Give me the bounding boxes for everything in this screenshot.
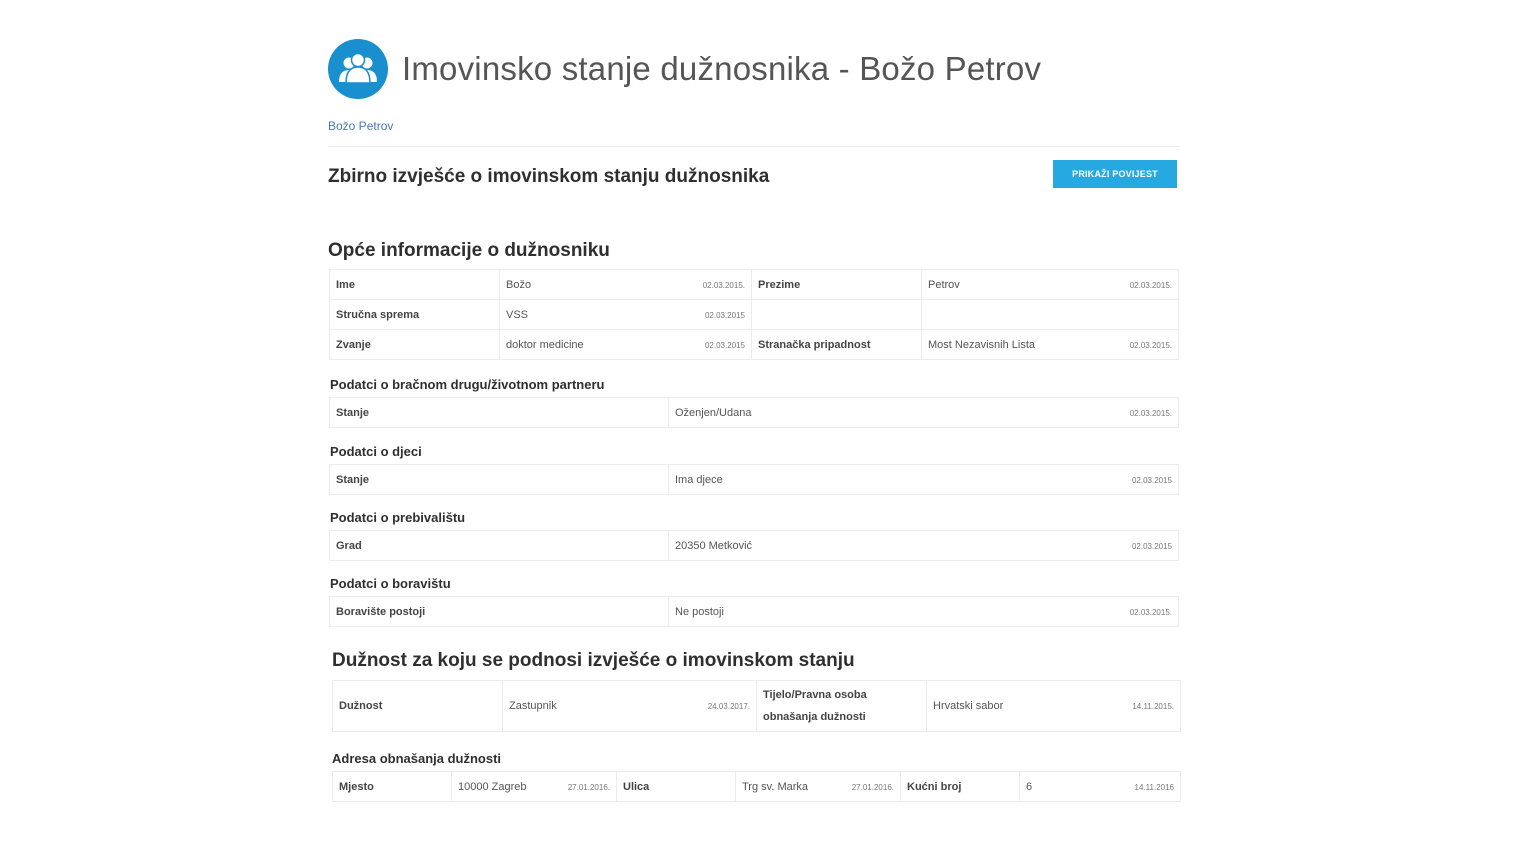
field-value: Zastupnik 24.03.2017. [502,680,757,732]
section-title-duty: Dužnost za koju se podnosi izvješće o im… [332,650,855,671]
section-title-children: Podatci o djeci [330,444,422,459]
field-value: Božo 02.03.2015. [499,269,752,300]
section-title-address: Adresa obnašanja dužnosti [332,751,502,766]
field-label: Stručna sprema [329,299,500,330]
field-value: Ima djece 02.03.2015 [668,464,1179,495]
field-label: Grad [329,530,669,561]
field-value: Most Nezavisnih Lista 02.03.2015. [921,329,1179,360]
field-value: 20350 Metković 02.03.2015 [668,530,1179,561]
table-row: Zvanje doktor medicine 02.03.2015 Stranač… [329,329,1179,360]
field-value: Ne postoji 02.03.2015. [668,596,1179,627]
field-label [751,299,922,330]
report-title: Zbirno izvješće o imovinskom stanju dužn… [328,166,770,187]
children-table: Stanje Ima djece 02.03.2015 [329,464,1179,495]
table-row: Stanje Oženjen/Udana 02.03.2015. [329,397,1179,428]
field-date: 02.03.2015. [702,280,745,290]
field-label: Stranačka pripadnost [751,329,922,360]
table-row: Grad 20350 Metković 02.03.2015 [329,530,1179,561]
table-row: Boravište postoji Ne postoji 02.03.2015. [329,596,1179,627]
field-value: doktor medicine 02.03.2015 [499,329,752,360]
show-history-button[interactable]: PRIKAŽI POVIJEST [1053,160,1177,188]
field-date: 02.03.2015. [1129,607,1172,617]
field-date: 02.03.2015. [1129,340,1172,350]
page-header: Imovinsko stanje dužnosnika - Božo Petro… [328,38,1041,100]
field-label: Stanje [329,397,669,428]
divider [328,146,1180,147]
field-date: 27.01.2016. [567,782,610,792]
field-label: Boravište postoji [329,596,669,627]
field-label: Ime [329,269,500,300]
residence-table: Grad 20350 Metković 02.03.2015 [329,530,1179,561]
field-label: Stanje [329,464,669,495]
section-title-general: Opće informacije o dužnosniku [328,240,610,261]
field-value: Petrov 02.03.2015. [921,269,1179,300]
field-value: Trg sv. Marka 27.01.2016. [735,771,901,802]
field-value: 6 14.11.2016 [1019,771,1181,802]
field-label: Prezime [751,269,922,300]
section-title-stay: Podatci o boravištu [330,576,451,591]
field-date: 27.01.2016. [851,782,894,792]
section-title-residence: Podatci o prebivalištu [330,510,466,525]
field-date: 02.03.2015. [1129,408,1172,418]
page-title: Imovinsko stanje dužnosnika - Božo Petro… [402,50,1042,87]
field-date: 02.03.2015 [1131,475,1172,485]
field-value: VSS 02.03.2015 [499,299,752,330]
spouse-table: Stanje Oženjen/Udana 02.03.2015. [329,397,1179,428]
field-value: Oženjen/Udana 02.03.2015. [668,397,1179,428]
table-row: Ime Božo 02.03.2015. Prezime Petrov 02.03.… [329,269,1179,300]
field-value: Hrvatski sabor 14.11.2015. [926,680,1181,732]
field-label: Dužnost [332,680,503,732]
field-date: 02.03.2015 [1131,541,1172,551]
general-info-table: Ime Božo 02.03.2015. Prezime Petrov 02.03.… [329,269,1179,360]
field-label: Mjesto [332,771,452,802]
field-label: Kućni broj [900,771,1020,802]
section-title-spouse: Podatci o bračnom drugu/životnom partner… [330,377,605,392]
field-label: Zvanje [329,329,500,360]
table-row: Stanje Ima djece 02.03.2015 [329,464,1179,495]
field-value [921,299,1179,330]
stay-table: Boravište postoji Ne postoji 02.03.2015. [329,596,1179,627]
field-date: 14.11.2016 [1134,782,1174,792]
table-row: Dužnost Zastupnik 24.03.2017. Tijelo/Prav… [332,680,1181,732]
breadcrumb-link[interactable]: Božo Petrov [328,119,393,133]
field-value: 10000 Zagreb 27.01.2016. [451,771,617,802]
field-label: Ulica [616,771,736,802]
field-label: Tijelo/Pravna osoba obnašanja dužnosti [756,680,927,732]
field-date: 02.03.2015 [704,310,745,320]
users-icon [328,39,388,99]
duty-table: Dužnost Zastupnik 24.03.2017. Tijelo/Prav… [332,680,1181,732]
address-table: Mjesto 10000 Zagreb 27.01.2016. Ulica Trg… [332,771,1181,802]
field-date: 14.11.2015. [1132,702,1174,711]
field-date: 02.03.2015 [704,340,745,350]
table-row: Stručna sprema VSS 02.03.2015 [329,299,1179,330]
field-date: 02.03.2015. [1129,280,1172,290]
field-date: 24.03.2017. [707,702,750,711]
table-row: Mjesto 10000 Zagreb 27.01.2016. Ulica Trg… [332,771,1181,802]
